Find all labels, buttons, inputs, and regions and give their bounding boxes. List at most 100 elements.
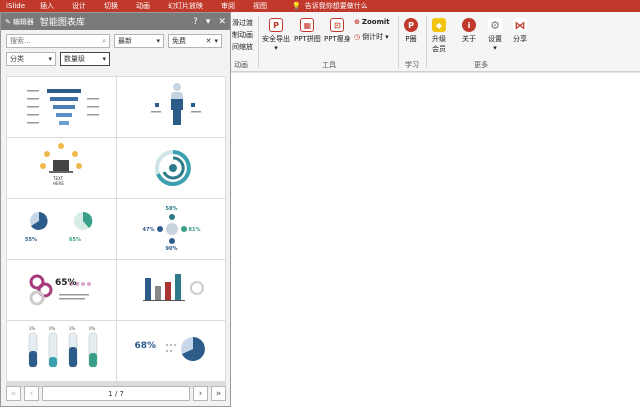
chevron-down-icon: ▾ bbox=[214, 37, 218, 45]
chart-thumbnail[interactable] bbox=[116, 260, 225, 320]
zoomit-button[interactable]: ⊕ Zoomit bbox=[354, 18, 390, 26]
chart-thumbnail[interactable] bbox=[7, 77, 116, 137]
panel-header: ✎ 编辑器 智能图表库 ? ▾ ✕ bbox=[1, 13, 230, 30]
pie-big-value: 68% bbox=[134, 341, 157, 351]
group-label-tools: 工具 bbox=[322, 61, 336, 69]
chart-thumbnail[interactable] bbox=[116, 77, 225, 137]
pie-value-preview bbox=[165, 337, 205, 361]
puzzle-icon: ▦ bbox=[300, 18, 315, 32]
tab-insert[interactable]: 插入 bbox=[31, 1, 63, 11]
category-value: 分类 bbox=[10, 55, 24, 63]
category-select[interactable]: 分类 ▾ bbox=[6, 52, 56, 66]
thumbnail-grid: TEXT HERE 55% 65% 58% 47% 81% 90% 65% 3%… bbox=[6, 76, 226, 388]
ribbon-item-anim[interactable]: 制动画 bbox=[232, 30, 253, 40]
help-button[interactable]: ? bbox=[193, 17, 198, 27]
timer-button[interactable]: ◷ 倒计时 ▾ bbox=[354, 32, 389, 42]
clock-icon: ◷ bbox=[354, 33, 361, 41]
chevron-down-icon: ▾ bbox=[385, 33, 389, 41]
test-tube-preview bbox=[28, 332, 98, 368]
chart-thumbnail[interactable] bbox=[116, 138, 225, 198]
chevron-down-icon: ▾ bbox=[102, 55, 106, 63]
p-circle-button[interactable]: P P圈 bbox=[404, 18, 418, 44]
chart-thumbnail[interactable]: 55% 65% bbox=[7, 199, 116, 259]
zoomit-icon: ⊕ bbox=[354, 18, 360, 26]
button-label: 安全导出 bbox=[262, 35, 290, 43]
ppt-slim-button[interactable]: ⊡ PPT瘦身 bbox=[324, 18, 351, 44]
button-label: 关于 bbox=[462, 35, 476, 43]
tell-me-box[interactable]: 💡 告诉我你想要做什么 bbox=[292, 1, 368, 11]
idea-laptop-preview bbox=[40, 143, 82, 173]
quantity-select[interactable]: 数量级 ▾ bbox=[60, 52, 110, 66]
share-icon: ⋈ bbox=[513, 18, 527, 32]
search-placeholder: 搜索... bbox=[10, 37, 31, 45]
double-chevron-right-icon: » bbox=[215, 388, 222, 399]
ribbon-item-smooth[interactable]: 滑过渡 bbox=[232, 18, 253, 28]
slide-canvas[interactable] bbox=[230, 73, 640, 407]
dot-value: 58% bbox=[165, 206, 178, 212]
ppt-puzzle-button[interactable]: ▦ PPT拼图 bbox=[294, 18, 321, 44]
group-label-learn: 学习 bbox=[405, 61, 419, 69]
ribbon-item-zoom[interactable]: 间缩放 bbox=[232, 42, 253, 52]
button-label: 设置 bbox=[488, 35, 502, 43]
chevron-down-icon: ▾ bbox=[156, 37, 160, 45]
p-circle-icon: P bbox=[404, 18, 418, 32]
prev-page-button[interactable]: ‹ bbox=[24, 386, 39, 401]
dot-value: 81% bbox=[188, 227, 201, 233]
tab-animation[interactable]: 动画 bbox=[127, 1, 159, 11]
chevron-right-icon: › bbox=[198, 388, 203, 399]
button-label: P圈 bbox=[405, 35, 417, 43]
sort-select[interactable]: 最新 ▾ bbox=[114, 34, 164, 48]
bar-chart-preview bbox=[142, 274, 204, 301]
tube-value: 3% bbox=[69, 326, 76, 331]
tab-slideshow[interactable]: 幻灯片放映 bbox=[159, 1, 212, 11]
chart-thumbnail[interactable]: 65% bbox=[7, 260, 116, 320]
info-icon: i bbox=[462, 18, 476, 32]
search-input[interactable]: 搜索... ⌕ bbox=[6, 34, 110, 48]
funnel-chart-preview bbox=[27, 89, 99, 125]
dot-value: 47% bbox=[142, 227, 155, 233]
upgrade-member-button[interactable]: ◆ 升级 会员 bbox=[432, 18, 446, 54]
chart-thumbnail[interactable]: TEXT HERE bbox=[7, 138, 116, 198]
pagination: « ‹ 1 / 7 › » bbox=[6, 386, 226, 401]
price-select[interactable]: 免费 ✕ ▾ bbox=[168, 34, 222, 48]
chart-thumbnail[interactable]: 58% 47% 81% 90% bbox=[116, 199, 225, 259]
tab-review[interactable]: 审阅 bbox=[212, 1, 244, 11]
minimize-icon[interactable]: ▾ bbox=[206, 17, 211, 27]
tab-transition[interactable]: 切换 bbox=[95, 1, 127, 11]
chevron-down-icon: ▾ bbox=[274, 44, 278, 52]
zoomit-label: Zoomit bbox=[361, 18, 390, 26]
tube-value: 0% bbox=[89, 326, 96, 331]
slim-icon: ⊡ bbox=[330, 18, 345, 32]
edit-icon[interactable]: ✎ bbox=[5, 18, 11, 26]
pie-pair-preview bbox=[30, 211, 93, 230]
tell-me-text: 告诉我你想要做什么 bbox=[304, 2, 368, 10]
tab-view[interactable]: 视图 bbox=[244, 1, 276, 11]
group-separator bbox=[258, 16, 259, 68]
next-page-button[interactable]: › bbox=[193, 386, 208, 401]
search-icon[interactable]: ⌕ bbox=[102, 37, 106, 46]
title-bar: iSlide 插入 设计 切换 动画 幻灯片放映 审阅 视图 💡 告诉我你想要做… bbox=[0, 0, 640, 12]
close-icon[interactable]: ✕ bbox=[218, 17, 226, 27]
human-figure-preview bbox=[150, 83, 201, 125]
tube-value: 3% bbox=[29, 326, 36, 331]
lightbulb-icon: 💡 bbox=[292, 2, 301, 10]
first-page-button[interactable]: « bbox=[6, 386, 21, 401]
double-chevron-left-icon: « bbox=[10, 388, 17, 399]
chart-library-panel: ✎ 编辑器 智能图表库 ? ▾ ✕ 搜索... ⌕ 最新 ▾ 免费 ✕ ▾ 分类… bbox=[0, 12, 231, 407]
chart-thumbnail[interactable]: 68% bbox=[116, 321, 225, 381]
shield-export-icon: P bbox=[269, 18, 283, 32]
chart-thumbnail[interactable]: 3% 0% 3% 0% bbox=[7, 321, 116, 381]
share-button[interactable]: ⋈ 分享 bbox=[513, 18, 527, 44]
tab-design[interactable]: 设计 bbox=[63, 1, 95, 11]
clear-icon[interactable]: ✕ bbox=[206, 37, 212, 45]
about-button[interactable]: i 关于 bbox=[462, 18, 476, 44]
tube-value: 0% bbox=[49, 326, 56, 331]
timer-label: 倒计时 bbox=[362, 33, 384, 41]
last-page-button[interactable]: » bbox=[211, 386, 226, 401]
settings-button[interactable]: ⚙ 设置 ▾ bbox=[488, 18, 502, 52]
pie-value: 55% bbox=[25, 237, 37, 243]
editor-label[interactable]: 编辑器 bbox=[13, 17, 34, 27]
safe-export-button[interactable]: P 安全导出 ▾ bbox=[262, 18, 290, 52]
chain-value: 65% bbox=[55, 278, 77, 288]
button-label: 升级 会员 bbox=[432, 35, 446, 53]
